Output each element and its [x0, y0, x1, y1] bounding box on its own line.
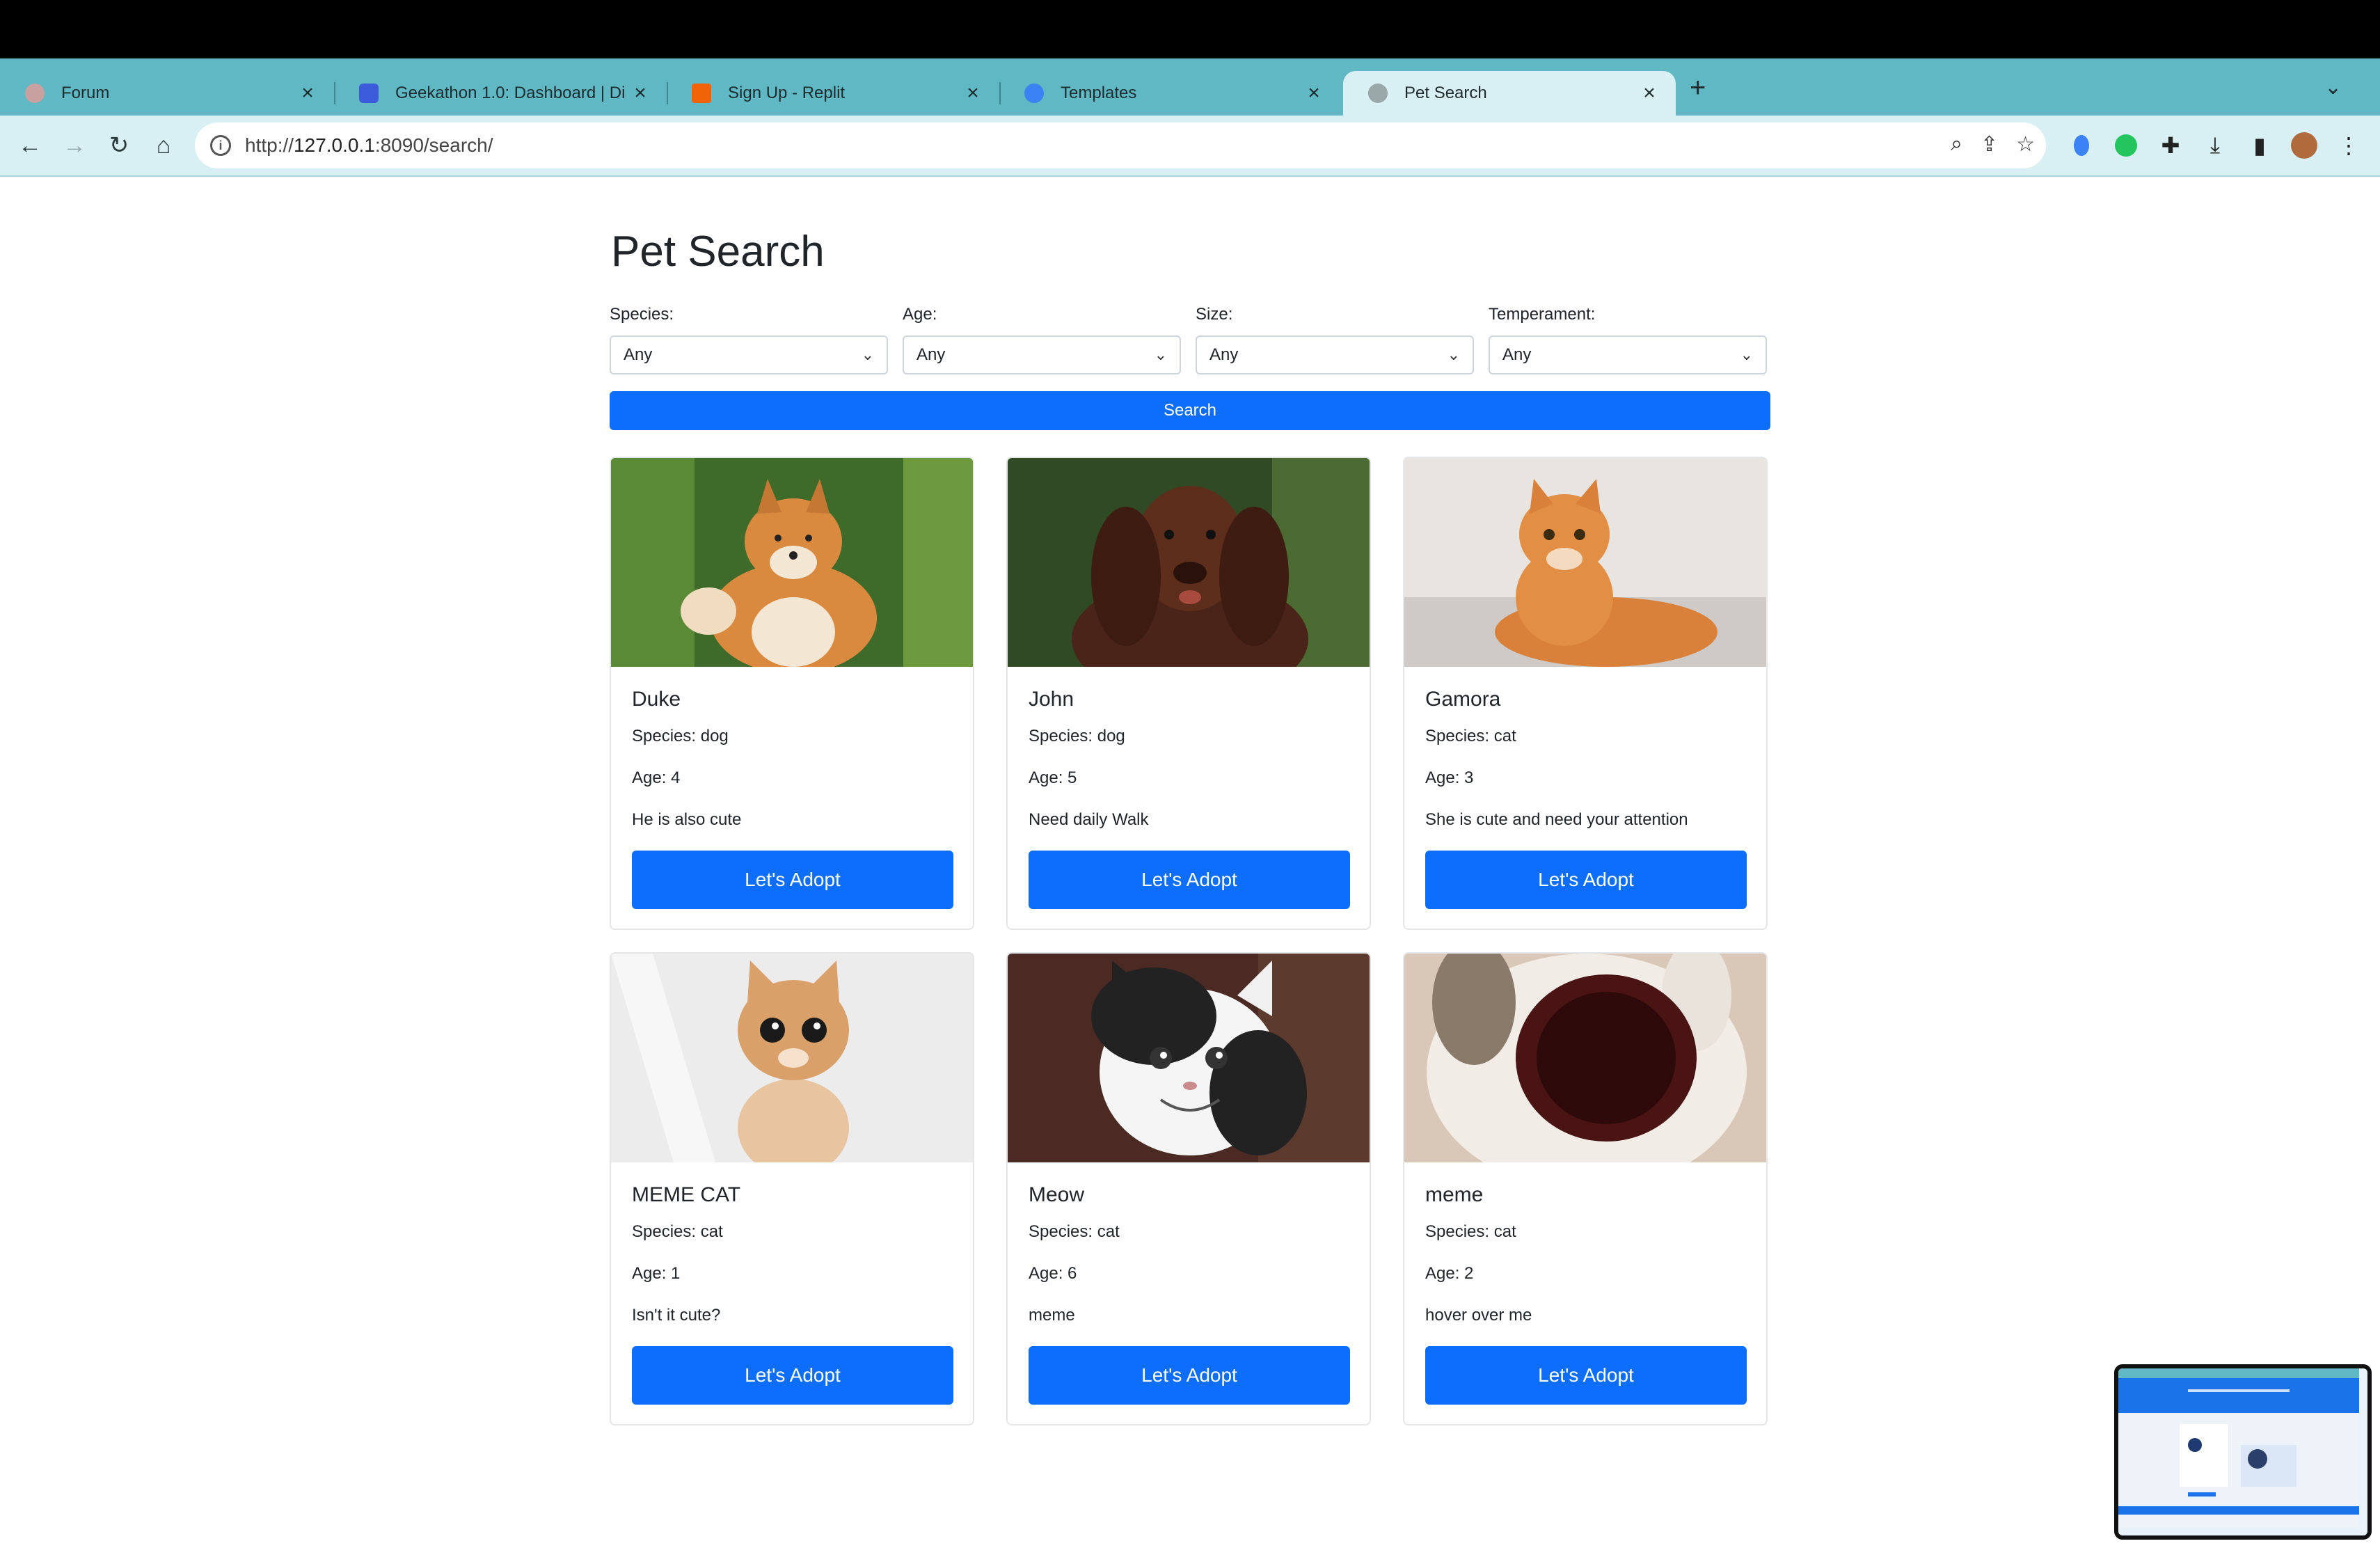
forum-favicon-icon	[25, 84, 45, 103]
pet-name: John	[1029, 688, 1074, 711]
pet-age: Age: 6	[1029, 1264, 1077, 1283]
age-select[interactable]: Any ⌄	[903, 335, 1181, 374]
pet-name: MEME CAT	[632, 1183, 741, 1206]
download-icon[interactable]: ⤓	[2198, 128, 2232, 163]
pet-photo	[1404, 458, 1766, 667]
size-select[interactable]: Any ⌄	[1196, 335, 1474, 374]
temperament-select[interactable]: Any ⌄	[1489, 335, 1767, 374]
screenshot-thumbnail-preview[interactable]	[2114, 1364, 2372, 1540]
close-tab-icon[interactable]: ×	[628, 81, 653, 105]
filter-label: Age:	[903, 305, 937, 324]
back-arrow-icon[interactable]: ←	[13, 128, 47, 163]
tab-pet-search[interactable]: Pet Search ×	[1343, 71, 1676, 116]
new-tab-plus-icon[interactable]: +	[1690, 72, 1706, 104]
home-icon[interactable]: ⌂	[146, 128, 181, 163]
pet-photo	[1008, 458, 1370, 667]
browser-toolbar: ← → ↻ ⌂ i http://127.0.0.1:8090/search/ …	[0, 116, 2380, 177]
pet-photo	[1008, 954, 1370, 1162]
pet-species: Species: cat	[1029, 1222, 1120, 1241]
bookmark-star-icon[interactable]: ☆	[2016, 132, 2035, 157]
species-select[interactable]: Any ⌄	[610, 335, 888, 374]
pet-description: meme	[1029, 1306, 1075, 1325]
pet-card-duke: Duke Species: dog Age: 4 He is also cute…	[610, 457, 974, 930]
page-title: Pet Search	[611, 228, 825, 276]
pet-description: Isn't it cute?	[632, 1306, 721, 1325]
browser-menu-icon[interactable]: ⋮	[2331, 128, 2366, 163]
chevron-down-icon: ⌄	[1740, 346, 1753, 363]
pet-species: Species: cat	[632, 1222, 723, 1241]
filter-label: Size:	[1196, 305, 1233, 324]
pet-name: Duke	[632, 688, 681, 711]
pet-name: Meow	[1029, 1183, 1085, 1206]
pet-card-meme: meme Species: cat Age: 2 hover over me L…	[1403, 952, 1768, 1425]
chevron-down-icon: ⌄	[1447, 346, 1460, 363]
pet-card-meow: Meow Species: cat Age: 6 meme Let's Adop…	[1006, 952, 1371, 1425]
pet-card-john: John Species: dog Age: 5 Need daily Walk…	[1006, 457, 1371, 930]
pet-card-meme-cat: MEME CAT Species: cat Age: 1 Isn't it cu…	[610, 952, 974, 1425]
close-tab-icon[interactable]: ×	[960, 81, 985, 105]
pet-name: Gamora	[1425, 688, 1501, 711]
tab-search-chevron-icon[interactable]: ⌄	[2324, 75, 2342, 100]
adopt-button[interactable]: Let's Adopt	[1029, 851, 1350, 909]
pet-species: Species: cat	[1425, 1222, 1516, 1241]
pet-age: Age: 2	[1425, 1264, 1474, 1283]
pet-photo	[1404, 954, 1766, 1162]
close-tab-icon[interactable]: ×	[1637, 81, 1662, 105]
filter-size: Size: Any ⌄	[1196, 305, 1474, 374]
pet-age: Age: 5	[1029, 768, 1077, 787]
extensions-puzzle-icon[interactable]: ✚	[2153, 128, 2188, 163]
close-tab-icon[interactable]: ×	[295, 81, 320, 105]
filter-label: Temperament:	[1489, 305, 1596, 324]
chevron-down-icon: ⌄	[861, 346, 874, 363]
pet-card-gamora: Gamora Species: cat Age: 3 She is cute a…	[1403, 457, 1768, 930]
close-tab-icon[interactable]: ×	[1301, 81, 1326, 105]
url-text: http://127.0.0.1:8090/search/	[245, 134, 493, 156]
pet-age: Age: 1	[632, 1264, 681, 1283]
os-top-bar	[0, 0, 2380, 58]
templates-favicon-icon	[1024, 84, 1044, 103]
tab-geekathon[interactable]: Geekathon 1.0: Dashboard | Di ×	[334, 71, 668, 116]
pet-age: Age: 4	[632, 768, 681, 787]
chevron-down-icon: ⌄	[1154, 346, 1167, 363]
adopt-button[interactable]: Let's Adopt	[1425, 851, 1747, 909]
globe-favicon-icon	[1368, 84, 1388, 103]
share-icon[interactable]: ⇪	[1981, 132, 1998, 157]
filter-age: Age: Any ⌄	[903, 305, 1181, 374]
forward-arrow-icon[interactable]: →	[57, 128, 92, 163]
address-bar[interactable]: i http://127.0.0.1:8090/search/ ⌕ ⇪ ☆	[195, 123, 2046, 168]
pet-description: Need daily Walk	[1029, 810, 1149, 829]
zoom-icon[interactable]: ⌕	[1951, 132, 1962, 157]
pet-photo	[611, 458, 973, 667]
filter-species: Species: Any ⌄	[610, 305, 888, 374]
geekathon-favicon-icon	[359, 84, 379, 103]
pet-age: Age: 3	[1425, 768, 1474, 787]
filter-label: Species:	[610, 305, 674, 324]
tab-forum[interactable]: Forum ×	[0, 71, 335, 116]
adopt-button[interactable]: Let's Adopt	[632, 1346, 953, 1405]
site-info-icon[interactable]: i	[210, 135, 231, 156]
search-button[interactable]: Search	[610, 391, 1770, 430]
pet-name: meme	[1425, 1183, 1484, 1206]
filter-temperament: Temperament: Any ⌄	[1489, 305, 1767, 374]
pet-description: hover over me	[1425, 1306, 1532, 1325]
reload-icon[interactable]: ↻	[102, 128, 136, 163]
pet-species: Species: cat	[1425, 727, 1516, 745]
extension-green-icon[interactable]	[2109, 128, 2143, 163]
pet-species: Species: dog	[1029, 727, 1125, 745]
adopt-button[interactable]: Let's Adopt	[1029, 1346, 1350, 1405]
tab-templates[interactable]: Templates ×	[999, 71, 1340, 116]
tab-strip: Forum × Geekathon 1.0: Dashboard | Di × …	[0, 58, 2380, 116]
pet-photo	[611, 954, 973, 1162]
pet-species: Species: dog	[632, 727, 729, 745]
adopt-button[interactable]: Let's Adopt	[1425, 1346, 1747, 1405]
side-panel-icon[interactable]: ▮	[2242, 128, 2277, 163]
replit-favicon-icon	[692, 84, 711, 103]
pet-description: He is also cute	[632, 810, 742, 829]
pet-description: She is cute and need your attention	[1425, 810, 1688, 829]
extension-drop-icon[interactable]	[2064, 128, 2099, 163]
adopt-button[interactable]: Let's Adopt	[632, 851, 953, 909]
profile-avatar[interactable]	[2287, 128, 2322, 163]
tab-replit[interactable]: Sign Up - Replit ×	[667, 71, 1001, 116]
